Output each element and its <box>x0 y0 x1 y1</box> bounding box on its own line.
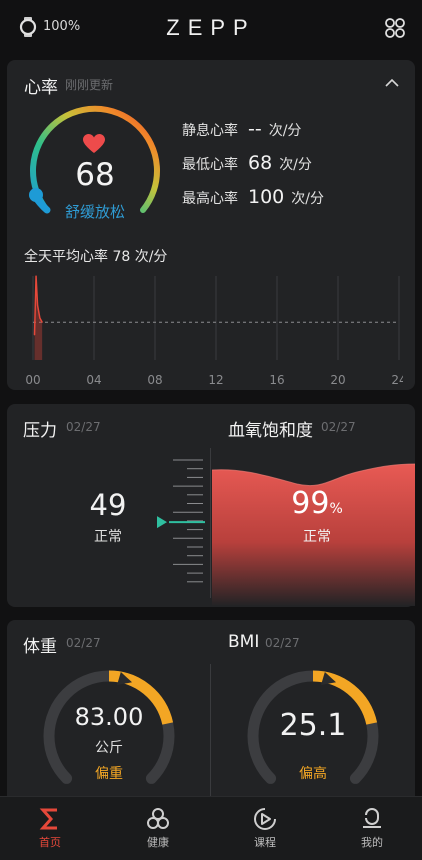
spo2-title: 血氧饱和度 <box>228 421 313 441</box>
spo2-date: 02/27 <box>321 420 356 434</box>
bottom-tab-bar: 首页 健康 课程 我的 <box>0 796 422 860</box>
x-tick-label: 16 <box>269 373 284 387</box>
heart-rate-card[interactable]: 心率 刚刚更新 68 舒缓放松 静息心率 -- 次/分 最低心率 68 次/分 … <box>7 60 415 390</box>
daily-average-heart-rate: 全天平均心率 78 次/分 <box>24 249 168 265</box>
stress-scale <box>157 459 205 583</box>
stress-pointer-icon <box>157 516 167 529</box>
min-heart-rate: 最低心率 68 次/分 <box>182 152 324 186</box>
collapse-chevron-icon[interactable] <box>385 78 399 88</box>
bmi-value: 25.1 <box>279 708 347 743</box>
profile-icon <box>363 808 381 828</box>
tab-home-label: 首页 <box>39 836 61 849</box>
card-divider <box>210 448 211 598</box>
max-label: 最高心率 <box>182 191 238 207</box>
weight-bmi-card[interactable]: 体重 02/27 83.00 公斤 偏重 BMI 02/27 25.1 偏高 <box>7 620 415 820</box>
heart-rate-updated: 刚刚更新 <box>65 78 114 92</box>
data-point <box>39 317 41 319</box>
card-divider <box>210 664 211 814</box>
spo2-value: 99% <box>291 486 343 521</box>
x-tick-label: 24 <box>391 373 403 387</box>
tab-profile-label: 我的 <box>361 836 383 849</box>
min-label: 最低心率 <box>182 157 238 173</box>
data-point <box>33 334 36 336</box>
x-tick-label: 04 <box>86 373 101 387</box>
weight-value: 83.00 <box>74 703 144 731</box>
weight-unit: 公斤 <box>95 740 123 756</box>
weight-status: 偏重 <box>95 766 123 782</box>
resting-unit: 次/分 <box>268 123 302 139</box>
resting-value: -- <box>248 118 262 140</box>
max-unit: 次/分 <box>291 191 324 207</box>
spo2-status: 正常 <box>303 529 331 545</box>
weight-date: 02/27 <box>66 636 101 650</box>
tab-home[interactable]: 首页 <box>10 797 90 860</box>
max-heart-rate: 最高心率 100 次/分 <box>182 186 324 220</box>
data-point <box>41 321 43 323</box>
stress-status: 正常 <box>94 529 122 545</box>
heart-rate-title: 心率 <box>24 78 58 98</box>
tab-health[interactable]: 健康 <box>118 797 198 860</box>
x-tick-label: 20 <box>330 373 345 387</box>
stress-date: 02/27 <box>66 420 101 434</box>
heart-rate-chart[interactable]: 00 04 08 12 16 20 24 <box>21 268 403 388</box>
sigma-icon <box>39 808 57 830</box>
bmi-status: 偏高 <box>299 766 327 782</box>
brand-logo: ZEPP <box>166 15 256 40</box>
tab-profile[interactable]: 我的 <box>332 797 412 860</box>
heart-icon <box>83 134 105 153</box>
heart-rate-stats: 静息心率 -- 次/分 最低心率 68 次/分 最高心率 100 次/分 <box>182 118 324 220</box>
heart-rate-status: 舒缓放松 <box>64 203 125 221</box>
x-tick-label: 00 <box>25 373 40 387</box>
resting-heart-rate: 静息心率 -- 次/分 <box>182 118 324 152</box>
play-course-icon <box>254 808 276 830</box>
health-icon <box>147 808 169 829</box>
status-bar: 100% ZEPP <box>0 0 422 56</box>
bmi-title: BMI <box>228 632 260 652</box>
min-value: 68 <box>248 152 273 174</box>
max-value: 100 <box>248 186 285 208</box>
x-tick-label: 08 <box>147 373 162 387</box>
tab-health-label: 健康 <box>147 836 169 849</box>
min-unit: 次/分 <box>279 157 312 173</box>
stress-value: 49 <box>89 488 127 522</box>
data-point <box>35 275 37 277</box>
weight-gauge <box>43 670 175 784</box>
x-tick-label: 12 <box>208 373 223 387</box>
stress-title: 压力 <box>23 421 57 441</box>
stress-spo2-card[interactable]: 压力 02/27 49 正常 血氧饱和度 02/27 99% 正常 <box>7 404 415 607</box>
data-point <box>36 304 39 306</box>
heart-rate-value: 68 <box>75 157 115 193</box>
tab-course[interactable]: 课程 <box>225 797 305 860</box>
resting-label: 静息心率 <box>182 123 238 139</box>
tab-course-label: 课程 <box>254 836 276 849</box>
bmi-date: 02/27 <box>265 636 300 650</box>
weight-title: 体重 <box>23 637 57 657</box>
apps-grid-icon[interactable] <box>384 17 406 39</box>
